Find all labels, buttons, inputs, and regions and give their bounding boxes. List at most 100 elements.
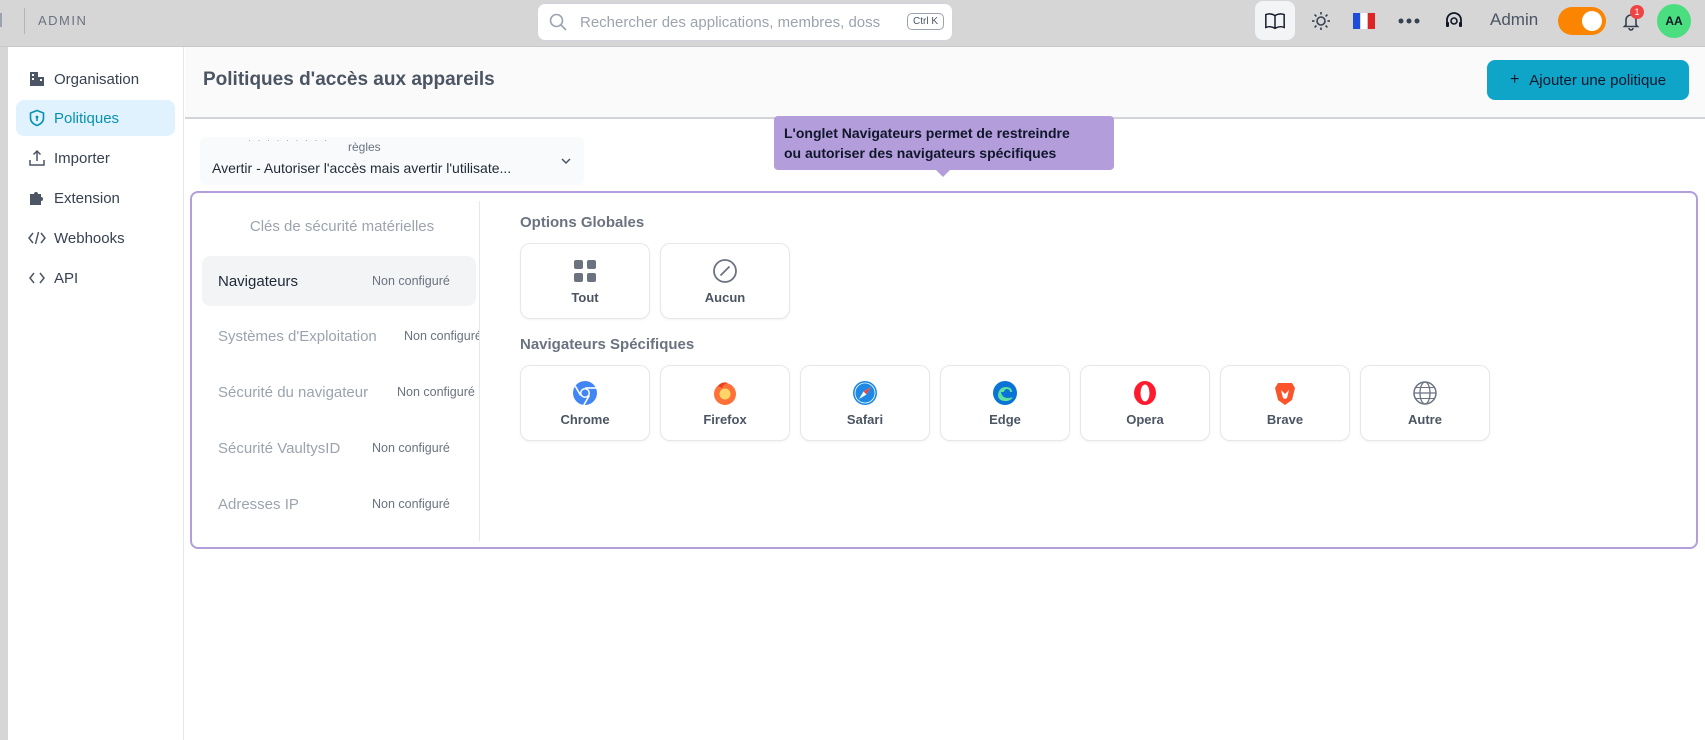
more-button[interactable] [1396, 10, 1422, 32]
chrome-icon [573, 380, 597, 405]
grid-icon [574, 259, 596, 282]
globe-icon [1413, 380, 1437, 405]
theme-button[interactable] [1309, 9, 1333, 33]
puzzle-icon [30, 192, 43, 205]
tab-label: Systèmes d'Exploitation [218, 327, 377, 345]
browser-firefox[interactable]: Firefox [660, 365, 790, 441]
shortcut-hint: Ctrl K [907, 13, 944, 30]
plus-icon: + [1509, 71, 1520, 88]
tab-security-keys[interactable]: Clés de sécurité matérielles [202, 201, 479, 251]
page-title: Politiques d'accès aux appareils [203, 69, 495, 90]
brackets-icon [29, 272, 45, 284]
sidebar-item-label: Extension [54, 189, 120, 207]
brand-label: ADMIN [38, 13, 88, 28]
status-badge: Non configuré [391, 383, 479, 401]
sidebar-item-extension[interactable]: Extension [16, 180, 175, 216]
tab-label: Sécurité du navigateur [218, 383, 369, 401]
left-edge [0, 13, 2, 27]
sidebar-item-label: Importer [54, 149, 110, 167]
slash-circle-icon [713, 258, 737, 283]
book-icon [1265, 12, 1285, 29]
rules-value: Avertir - Autoriser l'accès mais avertir… [212, 160, 512, 176]
sidebar-item-api[interactable]: API [16, 260, 175, 296]
chevron-down-icon [561, 158, 571, 165]
onboarding-tooltip: L'onglet Navigateurs permet de restreind… [774, 116, 1114, 170]
status-badge: Non configuré [366, 439, 456, 457]
sun-icon [1312, 12, 1330, 30]
tab-vaultysid-security[interactable]: Sécurité VaultysID Non configuré [202, 423, 479, 473]
sidebar-item-label: Politiques [54, 109, 120, 127]
browser-edge[interactable]: Edge [940, 365, 1070, 441]
browser-chrome[interactable]: Chrome [520, 365, 650, 441]
browser-brave[interactable]: Brave [1220, 365, 1350, 441]
status-badge: Non configuré [366, 495, 456, 513]
browser-other[interactable]: Autre [1360, 365, 1490, 441]
brave-icon [1275, 382, 1295, 405]
rules-select[interactable]: · · · · · · · · · règles Avertir - Autor… [200, 135, 584, 185]
divider [24, 8, 25, 34]
firefox-icon [714, 381, 736, 405]
page-header: Politiques d'accès aux appareils + Ajout… [185, 47, 1705, 119]
browser-label: Opera [1126, 411, 1164, 427]
tooltip-line-1: L'onglet Navigateurs permet de restreind… [784, 125, 1070, 141]
avatar[interactable]: AA [1657, 4, 1691, 38]
option-all[interactable]: Tout [520, 243, 650, 319]
tab-label: Navigateurs [218, 272, 299, 290]
search-bar[interactable]: Ctrl K [537, 3, 953, 41]
policy-tabs: Clés de sécurité matérielles Navigateurs… [202, 201, 480, 541]
headset-icon [1446, 12, 1462, 27]
policy-panel: Clés de sécurité matérielles Navigateurs… [190, 191, 1698, 549]
browser-label: Firefox [703, 411, 747, 427]
opera-icon [1134, 380, 1156, 405]
france-flag-icon [1353, 13, 1375, 29]
rules-label: règles [348, 140, 381, 154]
language-button[interactable] [1352, 12, 1376, 30]
shield-icon [29, 109, 45, 127]
option-label: Tout [571, 289, 599, 305]
top-bar: ADMIN Ctrl K Admin 1 AA [0, 0, 1705, 47]
admin-label: Admin [1490, 10, 1539, 29]
tab-browser-security[interactable]: Sécurité du navigateur Non configuré [202, 367, 479, 417]
browser-safari[interactable]: Safari [800, 365, 930, 441]
option-none[interactable]: Aucun [660, 243, 790, 319]
browser-label: Chrome [560, 411, 610, 427]
add-policy-button[interactable]: + Ajouter une politique [1487, 60, 1689, 100]
browser-opera[interactable]: Opera [1080, 365, 1210, 441]
admin-toggle[interactable] [1558, 7, 1606, 35]
option-label: Aucun [704, 289, 746, 305]
code-icon [28, 231, 46, 245]
tab-ip-addresses[interactable]: Adresses IP Non configuré [202, 479, 479, 529]
tab-label: Sécurité VaultysID [218, 439, 341, 457]
support-button[interactable] [1442, 9, 1466, 33]
tab-operating-systems[interactable]: Systèmes d'Exploitation Non configuré [202, 311, 479, 361]
clipped-text: · · · · · · · · · [248, 135, 329, 145]
upload-icon [29, 149, 45, 166]
browser-label: Edge [989, 411, 1021, 427]
add-policy-label: Ajouter une politique [1529, 71, 1667, 89]
safari-icon [853, 380, 877, 405]
sidebar-item-label: API [54, 269, 79, 287]
more-dots-icon [1398, 18, 1420, 24]
sidebar-item-politiques[interactable]: Politiques [16, 100, 175, 136]
docs-button[interactable] [1255, 1, 1295, 40]
sidebar-edge [0, 47, 8, 740]
tab-label: Adresses IP [218, 495, 299, 513]
sidebar-item-label: Organisation [54, 70, 140, 88]
sidebar-item-importer[interactable]: Importer [16, 140, 175, 176]
status-badge: Non configuré [398, 327, 479, 345]
search-input[interactable] [580, 13, 892, 31]
sidebar: Organisation Politiques Importer Extensi… [0, 47, 184, 740]
sidebar-item-webhooks[interactable]: Webhooks [16, 220, 175, 256]
notification-badge: 1 [1630, 5, 1644, 19]
edge-icon [993, 380, 1017, 405]
tab-browsers[interactable]: Navigateurs Non configuré [202, 256, 476, 306]
tooltip-line-2: ou autoriser des navigateurs spécifiques [784, 145, 1057, 161]
building-icon [30, 72, 44, 86]
tooltip-arrow [936, 170, 950, 177]
global-options-title: Options Globales [520, 214, 645, 231]
sidebar-item-label: Webhooks [54, 229, 125, 247]
browser-label: Safari [846, 411, 884, 427]
sidebar-item-organisation[interactable]: Organisation [16, 61, 175, 97]
browser-label: Brave [1266, 411, 1304, 427]
search-icon [549, 13, 567, 31]
